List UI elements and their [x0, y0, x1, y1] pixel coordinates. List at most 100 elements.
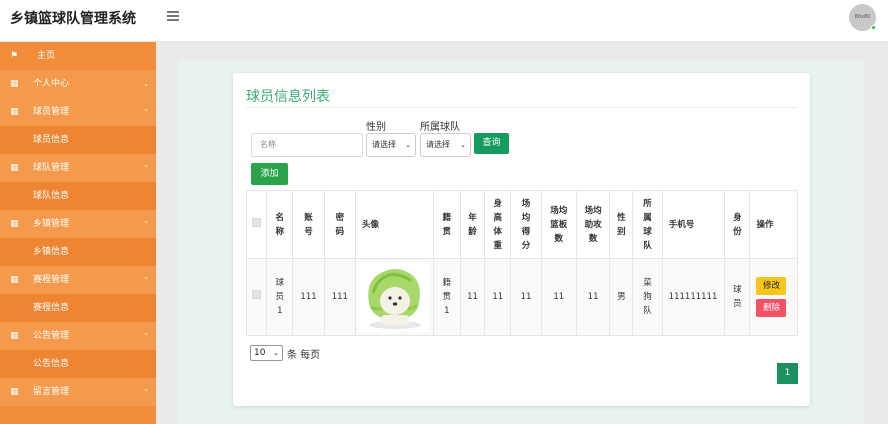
header-text: 场均得分 [521, 198, 531, 251]
cell-password: 111 [323, 258, 356, 336]
flag-icon: ⚑ [10, 51, 19, 61]
chevron-up-icon: ⌃ [143, 220, 149, 228]
chevron-up-icon: ⌃ [143, 108, 149, 116]
grid-icon: ▦ [10, 387, 19, 397]
header-text: 所属球队 [643, 198, 652, 251]
grid-icon: ▦ [10, 275, 19, 285]
row-select-cell[interactable] [245, 258, 268, 336]
cell-height-weight: 11 [484, 258, 512, 336]
gender-filter-label: 性别 [366, 122, 386, 133]
sidebar-item-schedule-management[interactable]: ▦ 赛程管理 ⌃ [0, 266, 156, 294]
sidebar-item-label: 公告管理 [33, 331, 70, 341]
header-account: 账号 [292, 190, 325, 259]
sidebar-item-home[interactable]: ⚑ 主页 [0, 42, 156, 70]
page-size-value: 10 [254, 348, 266, 358]
cell-avg-points: 11 [510, 258, 542, 336]
header-text: 场均篮板数 [550, 205, 568, 244]
header-avg-assists: 场均助攻数 [575, 190, 611, 259]
chevron-down-icon: ⌄ [273, 349, 279, 357]
chevron-up-icon: ⌃ [143, 332, 149, 340]
search-button[interactable]: 查询 [474, 133, 509, 154]
cell-actions: 修改 删除 [749, 258, 798, 336]
avatar-text: 80x80 [854, 14, 871, 20]
table-header-row: 名称 账号 密码 头像 籍贯 年龄 身高体重 场均得分 场均篮板数 场均助攻数 … [245, 190, 798, 259]
header-height-weight: 身高体重 [484, 190, 512, 259]
grid-icon: ▦ [10, 163, 19, 173]
cell-avatar [354, 258, 434, 336]
header-text: 操作 [756, 219, 774, 230]
player-list-card: 球员信息列表 名称 性别 请选择 ⌄ 所属球队 请选择 ⌄ 查询 添加 名称 账… [233, 73, 810, 406]
chevron-up-icon: ⌃ [143, 164, 149, 172]
cell-avg-assists: 11 [575, 258, 611, 336]
cell-gender: 男 [609, 258, 634, 336]
team-select[interactable]: 请选择 ⌄ [420, 133, 471, 157]
header-text: 场均助攻数 [584, 205, 602, 244]
menu-toggle-icon[interactable] [167, 11, 179, 21]
header-select-all[interactable] [245, 190, 268, 259]
sidebar-subitem-town-info[interactable]: 乡镇信息 [0, 238, 156, 266]
team-filter-label: 所属球队 [420, 122, 460, 133]
sidebar-subitem-schedule-info[interactable]: 赛程信息 [0, 294, 156, 322]
cell-text: 籍贯1 [442, 278, 452, 316]
table-row: 球员1 111 111 籍贯1 11 11 11 11 11 男 菜狗队 111… [245, 258, 798, 336]
sidebar-item-player-management[interactable]: ▦ 球员管理 ⌃ [0, 98, 156, 126]
header-text: 年龄 [468, 212, 477, 237]
sidebar-item-town-management[interactable]: ▦ 乡镇管理 ⌃ [0, 210, 156, 238]
avatar[interactable]: 80x80 [849, 4, 876, 31]
app-title: 乡镇篮球队管理系统 [10, 11, 136, 27]
grid-icon: ▦ [10, 79, 19, 89]
header-role: 身份 [724, 190, 751, 259]
header-password: 密码 [323, 190, 356, 259]
edit-button[interactable]: 修改 [756, 277, 787, 295]
select-all-checkbox[interactable] [252, 217, 262, 227]
sidebar-subitem-player-info[interactable]: 球员信息 [0, 126, 156, 154]
header-text: 性别 [617, 212, 626, 237]
title-divider [246, 107, 797, 108]
header-text: 头像 [361, 219, 379, 230]
sidebar-item-label: 球员管理 [33, 107, 70, 117]
header-team: 所属球队 [632, 190, 663, 259]
grid-icon: ▦ [10, 107, 19, 117]
header-text: 手机号 [668, 219, 695, 230]
online-status-dot [871, 25, 876, 30]
cell-text: 菜狗队 [643, 278, 652, 316]
add-button[interactable]: 添加 [251, 163, 288, 185]
cell-phone: 111111111 [661, 258, 726, 336]
player-table: 名称 账号 密码 头像 籍贯 年龄 身高体重 场均得分 场均篮板数 场均助攻数 … [245, 190, 798, 336]
player-photo [359, 262, 430, 332]
cell-text: 球员1 [275, 278, 285, 316]
pagination-page-1[interactable]: 1 [777, 363, 798, 384]
row-checkbox[interactable] [252, 290, 262, 299]
sidebar-subitem-team-info[interactable]: 球队信息 [0, 182, 156, 210]
chevron-down-icon: ⌄ [460, 141, 466, 149]
cell-role: 球员 [724, 258, 751, 336]
page-title: 球员信息列表 [246, 89, 330, 105]
cell-account: 111 [292, 258, 325, 336]
sidebar-item-label: 主页 [37, 51, 56, 61]
page-size-select[interactable]: 10 ⌄ [250, 345, 283, 361]
team-select-value: 请选择 [426, 140, 450, 149]
sidebar-subitem-notice-info[interactable]: 公告信息 [0, 350, 156, 378]
cell-text: 球员 [733, 285, 742, 309]
header-text: 身份 [733, 212, 742, 237]
gender-select[interactable]: 请选择 ⌄ [366, 133, 416, 157]
sidebar-item-team-management[interactable]: ▦ 球队管理 ⌃ [0, 154, 156, 182]
sidebar-item-notice-management[interactable]: ▦ 公告管理 ⌃ [0, 322, 156, 350]
header-gender: 性别 [609, 190, 634, 259]
header-text: 密码 [335, 212, 345, 237]
cell-team: 菜狗队 [632, 258, 663, 336]
name-search-input[interactable]: 名称 [251, 133, 363, 157]
sidebar-item-label: 赛程管理 [33, 275, 70, 285]
cell-hometown: 籍贯1 [432, 258, 461, 336]
header-avg-rebounds: 场均篮板数 [540, 190, 577, 259]
sidebar: ⚑ 主页 ▦ 个人中心 ⌄ ▦ 球员管理 ⌃ 球员信息 ▦ 球队管理 ⌃ 球队信… [0, 42, 156, 424]
sidebar-item-label: 留言管理 [33, 387, 70, 397]
page-size-label: 条 每页 [287, 350, 321, 361]
sidebar-item-message-management[interactable]: ▦ 留言管理 ⌃ [0, 378, 156, 406]
delete-button[interactable]: 删除 [756, 299, 787, 317]
cell-age: 11 [459, 258, 486, 336]
sidebar-item-personal-center[interactable]: ▦ 个人中心 ⌄ [0, 70, 156, 98]
header-hometown: 籍贯 [432, 190, 461, 259]
header-avg-points: 场均得分 [510, 190, 542, 259]
chevron-down-icon: ⌄ [405, 141, 411, 149]
